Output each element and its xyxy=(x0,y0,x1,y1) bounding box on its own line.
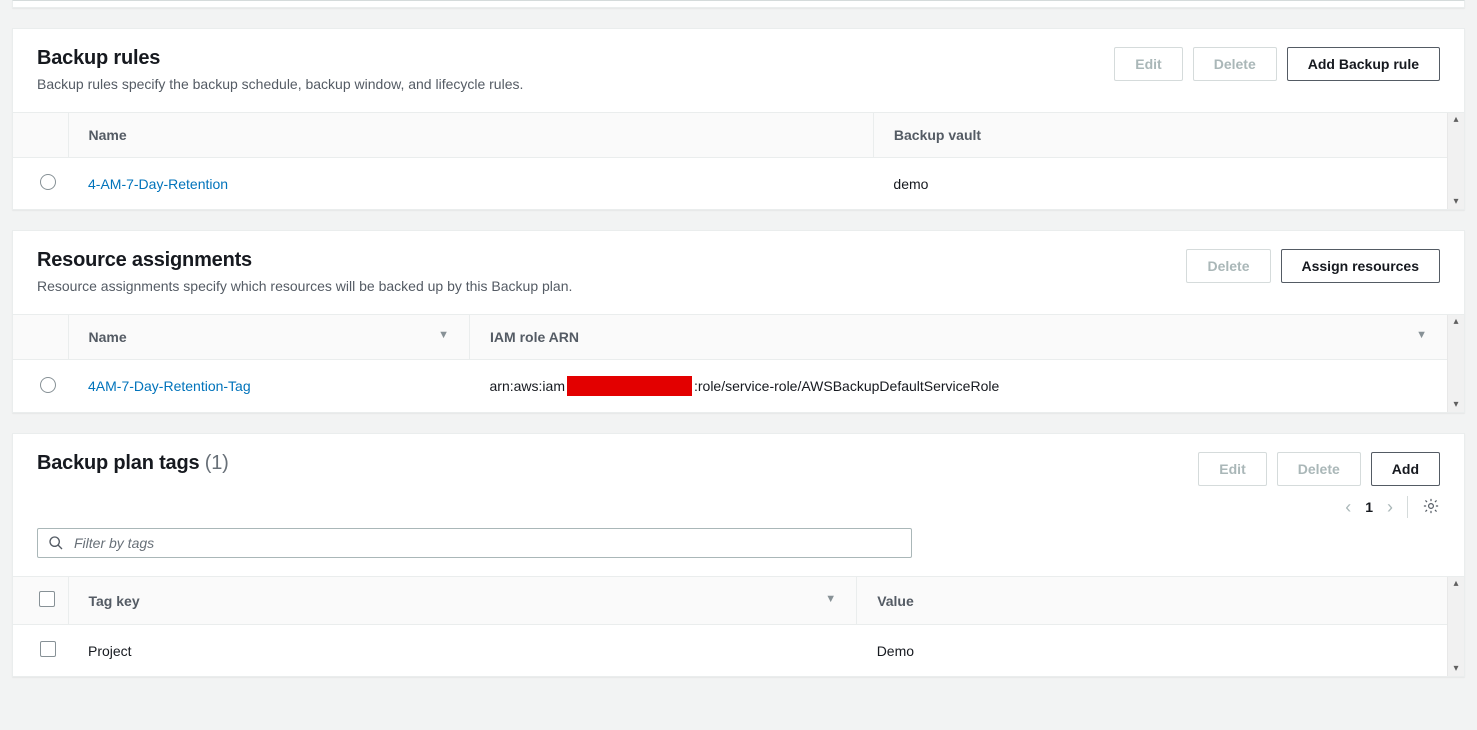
add-backup-rule-button[interactable]: Add Backup rule xyxy=(1287,47,1440,81)
scroll-up-icon[interactable]: ▴ xyxy=(1448,577,1464,591)
tag-value: Demo xyxy=(857,625,1447,677)
scroll-down-icon[interactable]: ▾ xyxy=(1448,398,1464,412)
select-all-checkbox[interactable] xyxy=(39,591,55,607)
next-page-icon[interactable]: › xyxy=(1387,498,1393,516)
backup-rules-table: Name Backup vault 4-AM-7-Day-Retention d… xyxy=(13,113,1447,209)
settings-icon[interactable] xyxy=(1422,497,1440,518)
scroll-down-icon[interactable]: ▾ xyxy=(1448,662,1464,676)
delete-button[interactable]: Delete xyxy=(1277,452,1361,486)
iam-role-arn: arn:aws:iam:role/service-role/AWSBackupD… xyxy=(470,360,1447,413)
table-row: 4-AM-7-Day-Retention demo xyxy=(13,158,1447,210)
backup-rules-desc: Backup rules specify the backup schedule… xyxy=(37,76,523,92)
sort-desc-icon[interactable]: ▼ xyxy=(438,329,449,341)
col-value[interactable]: Value xyxy=(857,577,1447,625)
pagination: ‹ 1 › xyxy=(1345,496,1440,518)
table-row: 4AM-7-Day-Retention-Tag arn:aws:iam:role… xyxy=(13,360,1447,413)
edit-button[interactable]: Edit xyxy=(1114,47,1182,81)
scroll-up-icon[interactable]: ▴ xyxy=(1448,315,1464,329)
col-iam-role[interactable]: IAM role ARN▼ xyxy=(470,315,1447,360)
row-select-radio[interactable] xyxy=(40,174,56,190)
rule-name-link[interactable]: 4-AM-7-Day-Retention xyxy=(88,176,228,192)
assignment-name-link[interactable]: 4AM-7-Day-Retention-Tag xyxy=(88,378,251,394)
resource-assignments-panel: Resource assignments Resource assignment… xyxy=(12,230,1465,413)
tags-title: Backup plan tags (1) xyxy=(37,452,229,475)
row-select-checkbox[interactable] xyxy=(40,641,56,657)
tag-key: Project xyxy=(68,625,857,677)
col-tag-key[interactable]: Tag key▼ xyxy=(68,577,857,625)
scroll-down-icon[interactable]: ▾ xyxy=(1448,195,1464,209)
scroll-up-icon[interactable]: ▴ xyxy=(1448,113,1464,127)
table-row: Project Demo xyxy=(13,625,1447,677)
row-select-radio[interactable] xyxy=(40,377,56,393)
delete-button[interactable]: Delete xyxy=(1193,47,1277,81)
scrollbar[interactable]: ▴ ▾ xyxy=(1447,577,1464,676)
prev-page-icon[interactable]: ‹ xyxy=(1345,498,1351,516)
scrollbar[interactable]: ▴ ▾ xyxy=(1447,113,1464,209)
sort-desc-icon[interactable]: ▼ xyxy=(1416,329,1427,341)
resource-assignments-desc: Resource assignments specify which resou… xyxy=(37,278,572,294)
redacted-account-id xyxy=(567,376,692,396)
add-tag-button[interactable]: Add xyxy=(1371,452,1440,486)
truncated-panel-top xyxy=(12,0,1465,8)
resource-assignments-title: Resource assignments xyxy=(37,249,572,272)
tag-filter-search[interactable] xyxy=(37,528,912,558)
backup-rules-title: Backup rules xyxy=(37,47,523,70)
sort-desc-icon[interactable]: ▼ xyxy=(825,593,836,605)
resource-assignments-table: Name▼ IAM role ARN▼ 4AM-7-Day-Retention-… xyxy=(13,315,1447,412)
backup-plan-tags-panel: Backup plan tags (1) Edit Delete Add ‹ 1… xyxy=(12,433,1465,677)
search-icon xyxy=(48,535,64,551)
col-name[interactable]: Name xyxy=(68,113,873,158)
assign-resources-button[interactable]: Assign resources xyxy=(1281,249,1441,283)
tags-table: Tag key▼ Value Project Demo xyxy=(13,577,1447,676)
backup-rules-panel: Backup rules Backup rules specify the ba… xyxy=(12,28,1465,210)
page-number: 1 xyxy=(1365,499,1373,515)
delete-button[interactable]: Delete xyxy=(1186,249,1270,283)
col-backup-vault[interactable]: Backup vault xyxy=(873,113,1447,158)
edit-button[interactable]: Edit xyxy=(1198,452,1266,486)
scrollbar[interactable]: ▴ ▾ xyxy=(1447,315,1464,412)
rule-vault: demo xyxy=(873,158,1447,210)
tag-filter-input[interactable] xyxy=(74,535,901,551)
col-name[interactable]: Name▼ xyxy=(68,315,470,360)
